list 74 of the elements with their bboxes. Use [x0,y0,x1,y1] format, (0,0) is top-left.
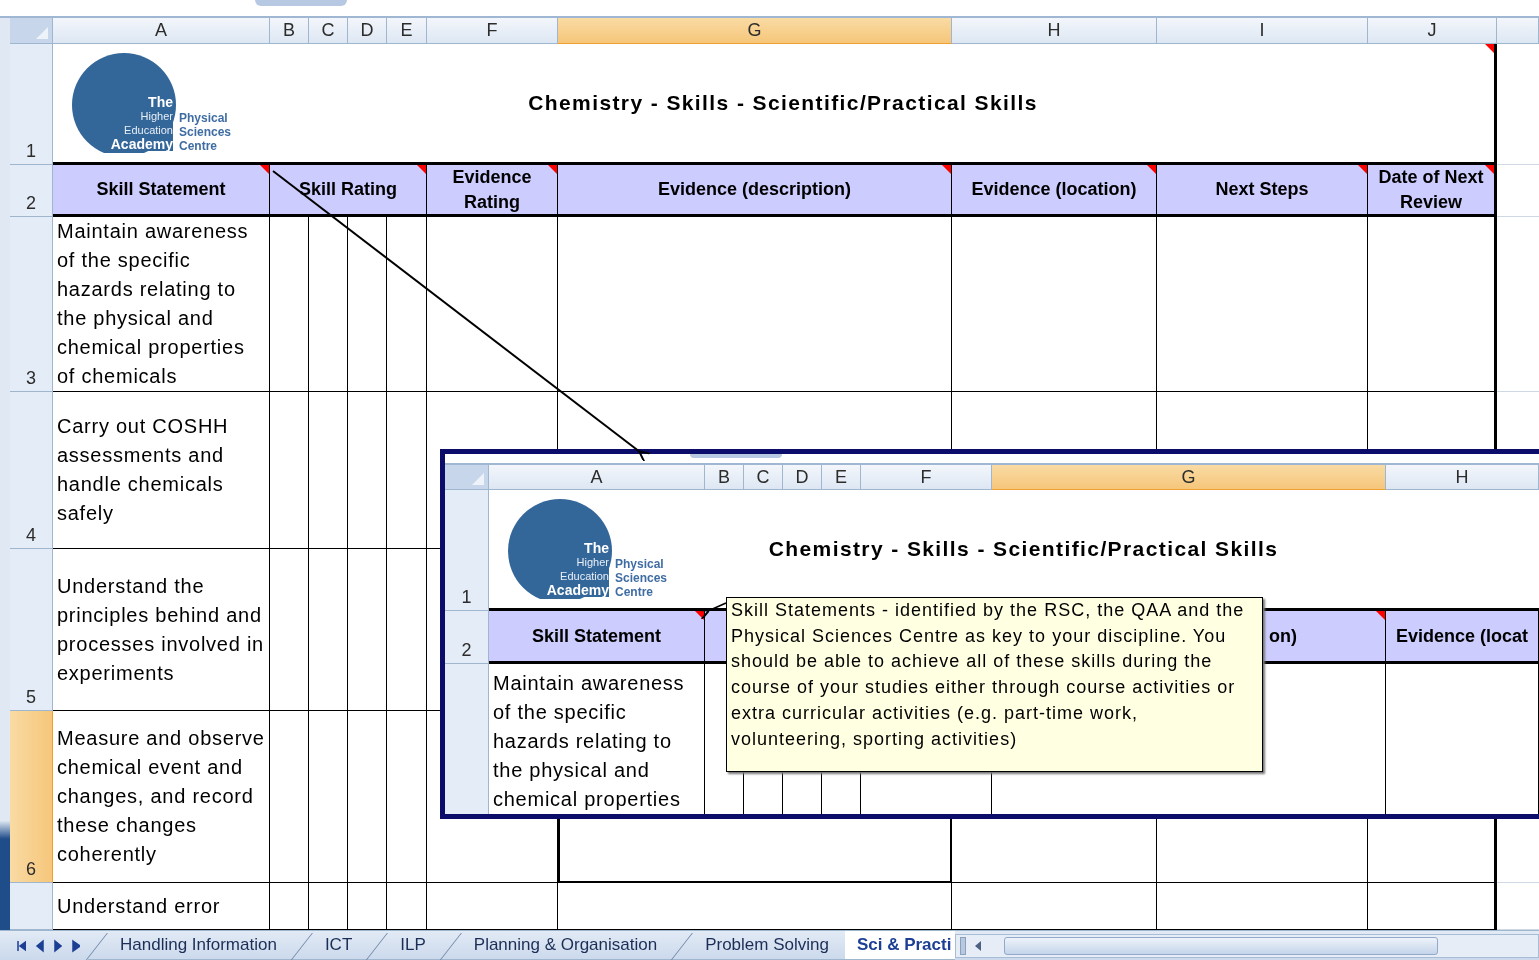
logo-text: Centre [179,139,218,153]
sheet-title: Chemistry - Skills - Scientific/Practical Skills [528,91,1038,115]
logo-text: Education [122,123,173,137]
horizontal-scrollbar[interactable] [955,933,1539,958]
sheet-tab[interactable]: Sci & Practi [844,931,956,960]
row-header[interactable]: 3 [10,217,53,392]
column-header[interactable]: H [1386,465,1539,490]
split-handle[interactable] [960,936,967,955]
column-heading: Skill Statement [489,611,705,664]
sheet-tab[interactable]: Problem Solving [673,931,845,960]
select-all-corner[interactable] [445,465,489,490]
column-header[interactable]: A [53,18,270,44]
column-header[interactable]: B [270,18,309,44]
column-header[interactable]: H [952,18,1157,44]
column-heading: Date of Next Review [1368,165,1497,217]
logo-text: The [582,541,609,555]
row-header[interactable]: 1 [10,44,53,165]
logo-text: Sciences [615,571,668,585]
sheet-tab[interactable]: Planning & Organisation [441,931,674,960]
previous-sheet-icon[interactable] [34,938,44,953]
table-cell: Understand the principles behind and processes involved in experiments [53,549,270,711]
column-header[interactable]: I [1157,18,1368,44]
column-header[interactable]: C [744,465,783,490]
logo-text: The [146,95,173,109]
logo-text: Higher [574,555,609,569]
column-header[interactable]: E [387,18,427,44]
column-heading: Evidence Rating [427,165,558,217]
column-header[interactable]: E [822,465,861,490]
column-header[interactable]: B [705,465,744,490]
column-header[interactable]: G [992,465,1386,490]
column-header[interactable]: F [861,465,992,490]
column-heading: Next Steps [1157,165,1368,217]
comment-tooltip: Skill Statements - identified by the RSC, the QAA and the Physical Sciences Centre as key to your discipline. You should be able to achieve all of these skills during the course of your studies either through course activities or extra curricular activities (e.g. part-time work, volunteering, sporting activities) [726,597,1263,772]
column-header[interactable]: D [348,18,387,44]
table-cell: Maintain awareness of the specific hazards relating to the physical and chemical properties of chemicals [53,217,270,392]
sheet-tab[interactable]: Handling Information [88,931,293,960]
column-heading: Evidence (location) [952,165,1157,217]
table-cell: Carry out COSHH assessments and handle chemicals safely [53,392,270,549]
column-header[interactable]: A [489,465,705,490]
next-sheet-icon[interactable] [52,938,62,953]
row-header[interactable]: 4 [10,392,53,549]
column-heading: Skill Statement [53,165,270,217]
row-header[interactable] [445,664,489,814]
column-heading: Evidence (locat [1386,611,1539,664]
first-sheet-icon[interactable] [16,938,26,953]
table-cell: Maintain awareness of the specific hazards relating to the physical and chemical properties [489,664,705,814]
scroll-thumb[interactable] [1004,936,1438,955]
row-header[interactable]: 5 [10,549,53,711]
row-header[interactable]: 6 [10,711,53,883]
last-sheet-icon[interactable] [70,938,80,953]
sheet-tab[interactable]: ICT [292,931,369,960]
logo-text: Physical [615,557,665,571]
row-header[interactable]: 2 [10,165,53,217]
logo-text: Centre [615,585,654,599]
sheet-title: Chemistry - Skills - Scientific/Practical Skills [768,537,1279,561]
row-header[interactable]: 2 [445,611,489,664]
column-header[interactable] [1497,18,1539,44]
sheet-tab[interactable]: ILP [368,931,442,960]
column-header[interactable]: C [309,18,348,44]
column-header[interactable]: F [427,18,558,44]
column-heading: Evidence (description) [558,165,952,217]
logo-text: Academy [544,583,609,597]
logo-text: Higher [138,109,173,123]
logo-text: Education [558,569,609,583]
row-header[interactable]: 1 [445,490,489,611]
column-heading: Skill Rating [270,165,427,217]
logo-text: Sciences [179,125,232,139]
select-all-corner[interactable] [10,18,53,44]
column-header[interactable]: D [783,465,822,490]
logo-text: Physical [179,111,229,125]
column-header[interactable]: G [558,18,952,44]
table-cell: Measure and observe chemical event and changes, and record these changes coherently [53,711,270,883]
logo-text: Academy [108,137,173,151]
row-header[interactable] [10,883,53,930]
